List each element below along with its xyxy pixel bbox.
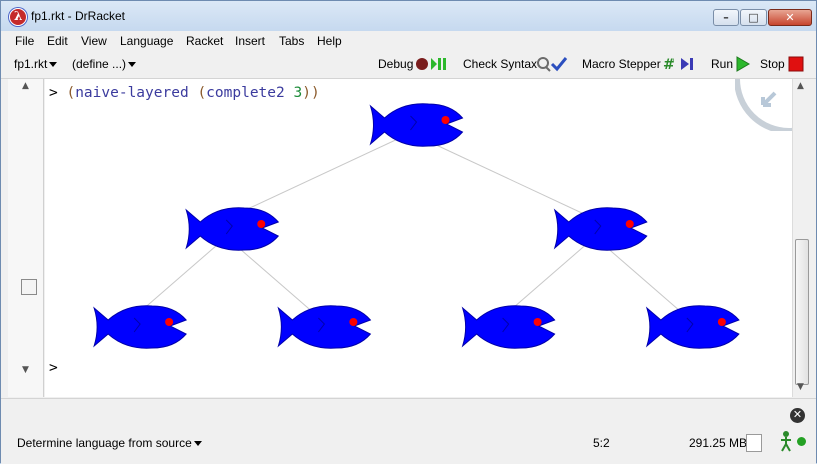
- tree-edge: [410, 132, 595, 220]
- macro-stepper-icon[interactable]: # ': [663, 55, 699, 73]
- fish-node: [461, 305, 556, 349]
- menu-tabs[interactable]: Tabs: [279, 34, 304, 48]
- debug-icon[interactable]: [415, 55, 451, 73]
- drracket-window: λ fp1.rkt - DrRacket – □ ✕ File Edit Vie…: [0, 0, 817, 464]
- language-label: Determine language from source: [17, 436, 192, 450]
- chevron-down-icon: [193, 441, 202, 446]
- close-pane-icon[interactable]: ✕: [790, 408, 805, 423]
- fish-node: [185, 207, 280, 251]
- repl-next-prompt[interactable]: >: [49, 360, 58, 376]
- memory-box[interactable]: [746, 434, 762, 452]
- interactions-pane[interactable]: > (naive-layered (complete2 3)) >: [45, 79, 792, 397]
- maximize-button[interactable]: □: [740, 9, 767, 26]
- menu-language[interactable]: Language: [120, 34, 173, 48]
- menu-help[interactable]: Help: [317, 34, 342, 48]
- menu-racket[interactable]: Racket: [186, 34, 223, 48]
- tree-edge: [226, 132, 411, 220]
- scroll-down-arrow-icon[interactable]: ▼: [22, 365, 29, 375]
- check-syntax-label[interactable]: Check Syntax: [463, 57, 537, 71]
- menu-file[interactable]: File: [15, 34, 34, 48]
- fish-node: [277, 305, 372, 349]
- cursor-position: 5:2: [593, 436, 610, 450]
- chevron-down-icon: [128, 62, 137, 67]
- language-selector[interactable]: Determine language from source: [17, 436, 202, 450]
- fish-node: [93, 305, 187, 349]
- minimize-icon: –: [723, 11, 729, 24]
- status-area: ✕ Determine language from source 5:2 291…: [1, 398, 816, 464]
- vertical-scrollbar[interactable]: ▲ ▼: [792, 79, 810, 397]
- toolbar: fp1.rkt (define ...) Debug Check Syntax …: [1, 51, 816, 79]
- window-title: fp1.rkt - DrRacket: [31, 9, 126, 23]
- close-icon: ✕: [785, 11, 795, 24]
- menu-bar: File Edit View Language Racket Insert Ta…: [1, 31, 816, 51]
- debug-label[interactable]: Debug: [378, 57, 413, 71]
- file-selector[interactable]: fp1.rkt: [14, 57, 58, 71]
- file-selector-label: fp1.rkt: [14, 57, 48, 71]
- scrollbar-thumb[interactable]: [795, 239, 809, 385]
- fish-node: [645, 305, 740, 349]
- tree-edge: [502, 236, 596, 318]
- define-selector-label: (define ...): [72, 57, 127, 71]
- svg-text:': ': [672, 58, 674, 68]
- define-selector[interactable]: (define ...): [72, 57, 137, 71]
- run-icon[interactable]: [735, 55, 751, 73]
- fish-node: [553, 207, 648, 251]
- stop-icon[interactable]: [788, 55, 804, 73]
- menu-view[interactable]: View: [81, 34, 107, 48]
- chevron-down-icon: [49, 62, 58, 67]
- status-indicator-dot: [797, 437, 806, 446]
- menu-insert[interactable]: Insert: [235, 34, 265, 48]
- stop-label[interactable]: Stop: [760, 57, 785, 71]
- scroll-up-arrow-icon[interactable]: ▲: [797, 81, 804, 91]
- left-scroll-gutter: ▲ ▼: [8, 79, 44, 397]
- scroll-up-arrow-icon[interactable]: ▲: [22, 81, 29, 91]
- running-man-icon: [781, 431, 791, 452]
- run-label[interactable]: Run: [711, 57, 733, 71]
- fish-tree-image: [93, 103, 740, 349]
- close-window-button[interactable]: ✕: [768, 9, 812, 26]
- title-bar: λ fp1.rkt - DrRacket – □ ✕: [1, 1, 816, 31]
- macro-stepper-label[interactable]: Macro Stepper: [582, 57, 661, 71]
- left-scrollbar-thumb[interactable]: [21, 279, 37, 295]
- maximize-icon: □: [748, 11, 759, 24]
- tree-edge: [133, 236, 227, 318]
- drracket-lambda-icon: λ: [9, 8, 27, 26]
- fish-node: [369, 103, 464, 147]
- corner-arrow-icon: [735, 79, 792, 131]
- scroll-down-arrow-icon[interactable]: ▼: [797, 382, 804, 392]
- memory-usage[interactable]: 291.25 MB: [689, 436, 747, 450]
- minimize-button[interactable]: –: [713, 9, 739, 26]
- check-syntax-icon[interactable]: [536, 55, 570, 73]
- menu-edit[interactable]: Edit: [47, 34, 68, 48]
